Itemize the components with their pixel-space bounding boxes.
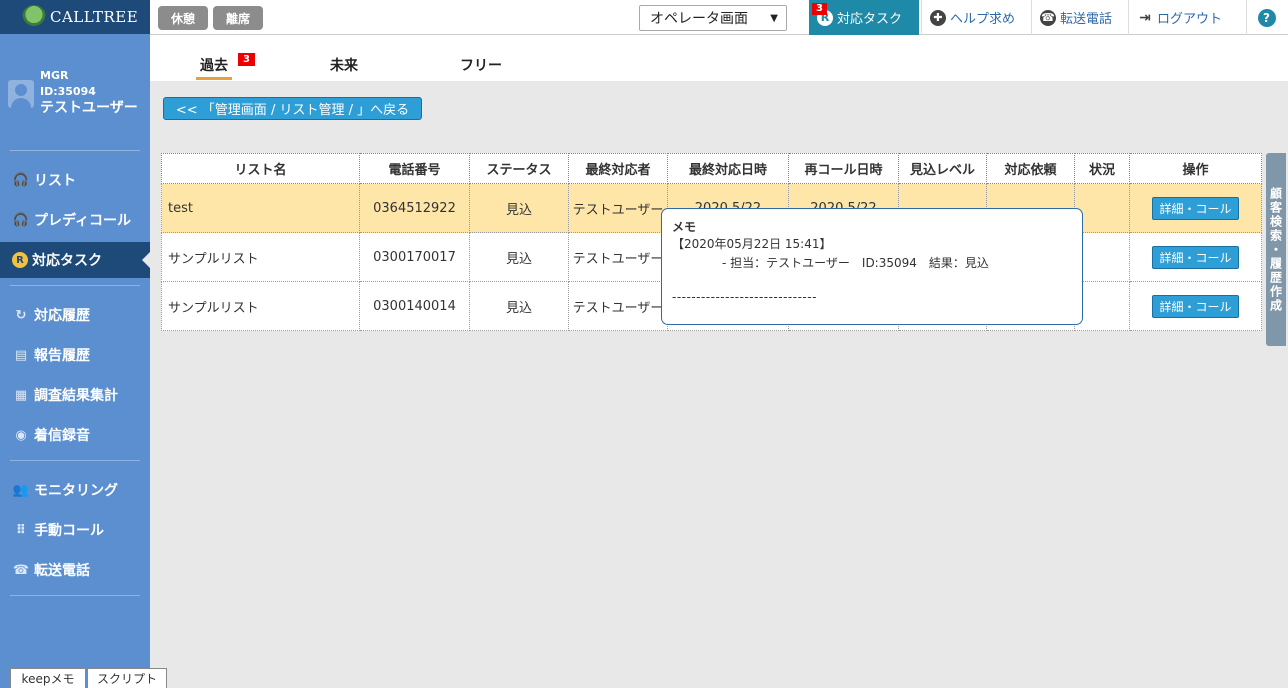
back-to-admin-button[interactable]: << 「管理画面 / リスト管理 / 」へ戻る	[163, 97, 422, 120]
sidebar-item-history[interactable]: ↻ 対応履歴	[0, 297, 150, 333]
record-icon: ◉	[15, 427, 27, 443]
sidebar-item-report[interactable]: ▤ 報告履歴	[0, 337, 150, 373]
logout-icon: ⇥	[1139, 9, 1151, 26]
column-header: 対応依頼	[986, 153, 1075, 184]
memo-popup: メモ 【2020年05月22日 15:41】 - 担当：テストユーザー ID:3…	[661, 208, 1083, 325]
avatar-icon	[8, 80, 34, 108]
action-cell: 詳細・コール	[1129, 281, 1262, 331]
detail-call-button[interactable]: 詳細・コール	[1152, 196, 1239, 220]
sidebar-item-recording[interactable]: ◉ 着信録音	[0, 417, 150, 453]
break-button[interactable]: 休憩	[158, 6, 208, 30]
list-name-cell: サンプルリスト	[161, 281, 360, 331]
column-header: リスト名	[161, 153, 360, 184]
sidebar-item-transfer[interactable]: ☎ 転送電話	[0, 552, 150, 588]
keep-memo-tab[interactable]: keepメモ	[10, 668, 86, 688]
sidebar-divider	[10, 150, 140, 151]
column-header: 操作	[1129, 153, 1262, 184]
chevron-down-icon: ▼	[770, 13, 778, 24]
logo: CALLTREE	[0, 0, 150, 34]
status-cell: 見込	[469, 183, 569, 233]
headset-icon: 🎧	[12, 212, 30, 228]
user-name: テストユーザー	[40, 100, 138, 116]
tab-bar: 過去 3 未来 フリー	[150, 35, 1288, 81]
column-header: 最終対応日時	[667, 153, 789, 184]
task-count-badge: 3	[812, 3, 827, 15]
task-badge-icon: R	[12, 252, 28, 268]
user-id: ID:35094	[40, 85, 96, 98]
tab-future[interactable]: 未来	[330, 55, 358, 75]
report-icon: ▤	[14, 347, 28, 363]
customer-search-side-tab[interactable]: 顧客検索・履歴作成	[1266, 153, 1286, 346]
keypad-icon: ⠿	[15, 522, 27, 538]
away-button[interactable]: 離席	[213, 6, 263, 30]
logout-link[interactable]: ⇥ ログアウト	[1128, 0, 1244, 35]
clipboard-icon: ▦	[14, 387, 28, 403]
sidebar-item-list[interactable]: 🎧 リスト	[0, 162, 150, 198]
tab-past-badge: 3	[238, 53, 255, 66]
lifebuoy-icon: ✚	[930, 9, 946, 26]
help-icon: ?	[1257, 8, 1276, 27]
sidebar-divider	[10, 595, 140, 596]
status-cell: 見込	[469, 232, 569, 282]
column-header: 状況	[1074, 153, 1130, 184]
action-cell: 詳細・コール	[1129, 183, 1262, 233]
list-name-cell: サンプルリスト	[161, 232, 360, 282]
top-bar: 休憩 離席 オペレータ画面 ▼ 3 R 対応タスク ✚ ヘルプ求め ☎ 転送電話…	[150, 0, 1288, 35]
column-header: 電話番号	[359, 153, 470, 184]
user-info: MGR ID:35094 テストユーザー	[8, 68, 138, 116]
column-header: ステータス	[469, 153, 569, 184]
headset-icon: 🎧	[12, 172, 30, 188]
column-header: 最終対応者	[568, 153, 668, 184]
memo-title: メモ	[672, 220, 697, 234]
status-cell: 見込	[469, 281, 569, 331]
phone-cell: 0300140014	[359, 281, 470, 331]
table-header-row: リスト名 電話番号 ステータス 最終対応者 最終対応日時 再コール日時 見込レベ…	[161, 153, 1262, 184]
transfer-call-link[interactable]: ☎ 転送電話	[1031, 0, 1126, 35]
mode-select[interactable]: オペレータ画面 ▼	[639, 5, 787, 31]
script-tab[interactable]: スクリプト	[87, 668, 167, 688]
sidebar-divider	[10, 460, 140, 461]
tree-logo-icon	[22, 5, 46, 29]
users-icon: 👥	[12, 482, 30, 498]
memo-detail: - 担当：テストユーザー ID:35094 結果：見込	[722, 256, 989, 270]
detail-call-button[interactable]: 詳細・コール	[1152, 294, 1239, 318]
tab-past[interactable]: 過去	[196, 55, 232, 80]
agent-cell: テストユーザー	[568, 183, 668, 233]
sidebar-item-manual-call[interactable]: ⠿ 手動コール	[0, 512, 150, 548]
memo-date: 【2020年05月22日 15:41】	[672, 237, 832, 251]
phone-cell: 0364512922	[359, 183, 470, 233]
history-icon: ↻	[15, 307, 27, 323]
agent-cell: テストユーザー	[568, 281, 668, 331]
agent-cell: テストユーザー	[568, 232, 668, 282]
help-button[interactable]: ?	[1246, 0, 1286, 35]
column-header: 再コール日時	[788, 153, 899, 184]
detail-call-button[interactable]: 詳細・コール	[1152, 245, 1239, 269]
tab-free[interactable]: フリー	[460, 55, 502, 75]
phone-icon: ☎	[1040, 9, 1056, 26]
help-request-link[interactable]: ✚ ヘルプ求め	[921, 0, 1029, 35]
column-header: 見込レベル	[898, 153, 987, 184]
task-button[interactable]: 3 R 対応タスク	[809, 0, 919, 35]
phone-cell: 0300170017	[359, 232, 470, 282]
sidebar: CALLTREE MGR ID:35094 テストユーザー 🎧 リスト 🎧 プレ…	[0, 0, 150, 688]
sidebar-item-predicall[interactable]: 🎧 プレディコール	[0, 202, 150, 238]
sidebar-divider	[10, 285, 140, 286]
sidebar-item-task[interactable]: R 対応タスク	[0, 242, 150, 278]
sidebar-item-monitoring[interactable]: 👥 モニタリング	[0, 472, 150, 508]
logo-text: CALLTREE	[50, 8, 139, 26]
memo-separator: ------------------------------	[672, 290, 817, 304]
action-cell: 詳細・コール	[1129, 232, 1262, 282]
sidebar-item-survey[interactable]: ▦ 調査結果集計	[0, 377, 150, 413]
phone-icon: ☎	[12, 562, 30, 578]
list-name-cell: test	[161, 183, 360, 233]
user-role: MGR	[40, 69, 69, 82]
